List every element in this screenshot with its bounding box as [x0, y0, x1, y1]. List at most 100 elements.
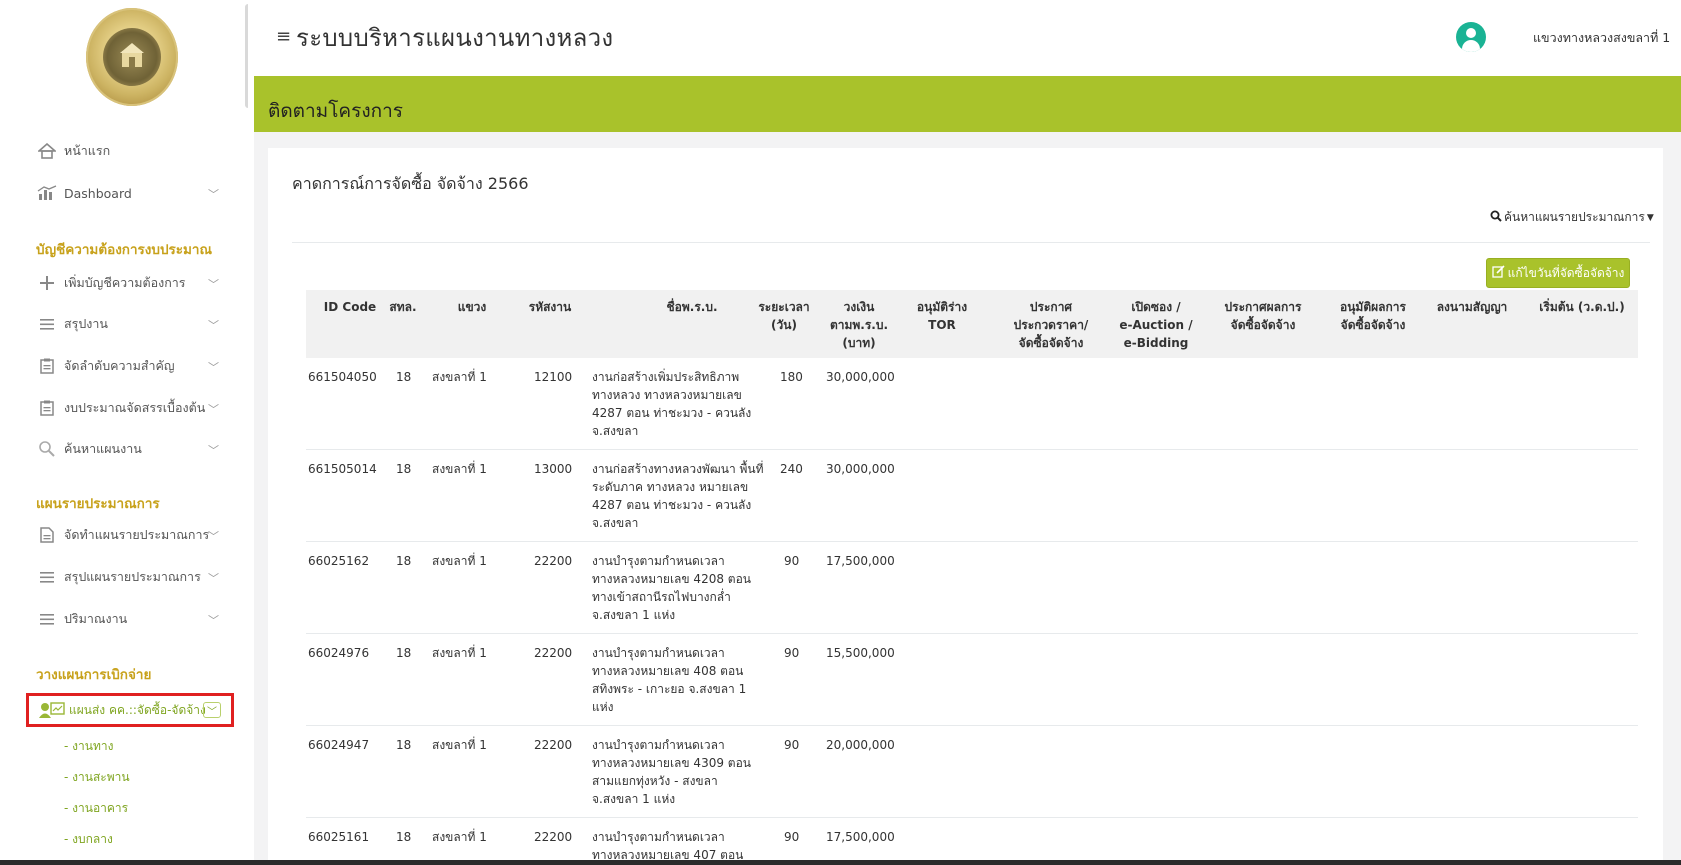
submenu-item-central-budget[interactable]: - งบกลาง	[64, 830, 113, 849]
table-row[interactable]: 66024976 18 สงขลาที่ 1 22200 งานบำรุงตาม…	[306, 634, 1638, 726]
cell-id: 661505014	[308, 462, 377, 476]
sidebar-item-home[interactable]: หน้าแรก	[36, 140, 110, 162]
list-icon	[36, 568, 58, 586]
table-row[interactable]: 661504050 18 สงขลาที่ 1 12100 งานก่อสร้า…	[306, 358, 1638, 450]
header-line: ประกาศ	[1029, 300, 1073, 314]
edit-procurement-date-button[interactable]: แก้ไขวันที่จัดซื้อจัดจ้าง	[1486, 258, 1630, 288]
table-row[interactable]: 66025161 18 สงขลาที่ 1 22200 งานบำรุงตาม…	[306, 818, 1638, 865]
submenu-item-building[interactable]: - งานอาคาร	[64, 799, 128, 818]
cell-code: 22200	[534, 738, 573, 752]
column-header-id[interactable]: ID Code	[320, 298, 380, 316]
cell-amount: 30,000,000	[826, 370, 895, 384]
cell-amount: 17,500,000	[826, 554, 895, 568]
column-header-name[interactable]: ชื่อพ.ร.บ.	[606, 298, 778, 316]
edit-icon	[1491, 264, 1505, 282]
cell-khwaeng: สงขลาที่ 1	[432, 370, 487, 384]
column-header-duration[interactable]: ระยะเวลา (วัน)	[756, 298, 812, 334]
submenu-item-bridge[interactable]: - งานสะพาน	[64, 768, 130, 787]
header-line: จัดซื้อจัดจ้าง	[1230, 318, 1296, 332]
header-line: วงเงิน	[843, 300, 875, 314]
cell-khwaeng: สงขลาที่ 1	[432, 554, 487, 568]
list-icon	[36, 610, 58, 628]
column-header-result[interactable]: ประกาศผลการ จัดซื้อจัดจ้าง	[1218, 298, 1308, 334]
cell-code: 12100	[534, 370, 573, 384]
cell-sthl: 18	[396, 554, 412, 568]
sidebar-section-title: แผนรายประมาณการ	[36, 496, 160, 512]
sidebar-item-label: แผนส่ง คค.::จัดซื้อ-จัดจ้าง	[69, 702, 206, 717]
page-title: ติดตามโครงการ	[268, 100, 403, 122]
sidebar-item-summary[interactable]: สรุปงาน ﹀	[36, 313, 219, 335]
column-header-amount[interactable]: วงเงิน ตามพ.ร.บ. (บาท)	[824, 298, 894, 352]
sidebar-item-add-need[interactable]: เพิ่มบัญชีความต้องการ ﹀	[36, 272, 219, 294]
header-line: e-Auction /	[1119, 318, 1193, 332]
user-avatar-icon[interactable]	[1456, 22, 1486, 52]
cell-sthl: 18	[396, 462, 412, 476]
search-link-label: ค้นหาแผนรายประมาณการ	[1504, 210, 1645, 224]
chevron-down-icon: ▼	[1646, 212, 1654, 223]
header-line: จัดซื้อจัดจ้าง	[1018, 336, 1084, 350]
sidebar-item-priority[interactable]: จัดลำดับความสำคัญ ﹀	[36, 355, 219, 377]
chevron-down-icon: ﹀	[208, 572, 219, 585]
column-header-approve[interactable]: อนุมัติผลการ จัดซื้อจัดจ้าง	[1328, 298, 1418, 334]
chevron-down-icon: ﹀	[208, 188, 219, 201]
cell-duration: 90	[784, 830, 800, 844]
app-window: หน้าแรก Dashboard ﹀ บัญชีความต้องการงบปร…	[0, 0, 1681, 865]
sidebar-item-sum-plan[interactable]: สรุปแผนรายประมาณการ ﹀	[36, 566, 219, 588]
table-row[interactable]: 66024947 18 สงขลาที่ 1 22200 งานบำรุงตาม…	[306, 726, 1638, 818]
column-header-announce[interactable]: ประกาศ ประกวดราคา/ จัดซื้อจัดจ้าง	[1006, 298, 1096, 352]
sidebar-scrollbar[interactable]	[245, 4, 248, 108]
sidebar-item-label: หน้าแรก	[64, 143, 111, 158]
sidebar-item-budget[interactable]: งบประมาณจัดสรรเบื้องต้น ﹀	[36, 397, 219, 419]
column-header-start[interactable]: เริ่มต้น (ว.ด.ป.)	[1532, 298, 1632, 316]
chevron-down-icon: ﹀	[208, 614, 219, 627]
sidebar-item-search-plan[interactable]: ค้นหาแผนงาน ﹀	[36, 438, 219, 460]
column-header-code[interactable]: รหัสงาน	[520, 298, 580, 316]
cell-name: งานบำรุงตามกำหนดเวลา ทางหลวงหมายเลข 408 …	[592, 646, 747, 714]
submenu-item-road[interactable]: - งานทาง	[64, 737, 113, 756]
sidebar-item-label: เพิ่มบัญชีความต้องการ	[64, 275, 186, 290]
cell-name: งานก่อสร้างเพิ่มประสิทธิภาพ ทางหลวง ทางห…	[592, 370, 752, 438]
cell-amount: 30,000,000	[826, 462, 895, 476]
cell-name: งานบำรุงตามกำหนดเวลา ทางหลวงหมายเลข 4309…	[592, 738, 751, 806]
cell-id: 66024947	[308, 738, 370, 752]
divider	[292, 242, 1650, 243]
sidebar-section-title: วางแผนการเบิกจ่าย	[36, 667, 152, 683]
document-icon	[36, 526, 58, 544]
search-plan-toggle[interactable]: ค้นหาแผนรายประมาณการ ▼	[1490, 208, 1654, 227]
cell-khwaeng: สงขลาที่ 1	[432, 738, 487, 752]
cell-duration: 180	[780, 370, 803, 384]
table-row[interactable]: 66025162 18 สงขลาที่ 1 22200 งานบำรุงตาม…	[306, 542, 1638, 634]
chevron-down-icon[interactable]: ﹀	[203, 702, 221, 718]
sidebar-submenu-bg	[0, 730, 248, 865]
card-title: คาดการณ์การจัดซื้อ จัดจ้าง 2566	[292, 174, 529, 193]
cell-code: 22200	[534, 554, 573, 568]
column-header-sign[interactable]: ลงนามสัญญา	[1432, 298, 1512, 316]
table-row[interactable]: 661505014 18 สงขลาที่ 1 13000 งานก่อสร้า…	[306, 450, 1638, 542]
header-line: อนุมัติผลการ	[1340, 300, 1406, 314]
department-logo[interactable]	[86, 8, 178, 106]
cell-duration: 240	[780, 462, 803, 476]
sidebar-item-dashboard[interactable]: Dashboard ﹀	[36, 182, 219, 204]
header-line: ประกาศผลการ	[1224, 300, 1302, 314]
sidebar-item-quantity[interactable]: ปริมาณงาน ﹀	[36, 608, 219, 630]
cell-name: งานบำรุงตามกำหนดเวลา ทางหลวงหมายเลข 4208…	[592, 554, 751, 622]
column-header-khwaeng[interactable]: แขวง	[442, 298, 502, 316]
cell-code: 22200	[534, 830, 573, 844]
column-header-open[interactable]: เปิดซอง / e-Auction / e-Bidding	[1116, 298, 1196, 352]
cell-duration: 90	[784, 554, 800, 568]
header-line: (วัน)	[771, 318, 797, 332]
plus-icon	[36, 274, 58, 292]
cell-khwaeng: สงขลาที่ 1	[432, 830, 487, 844]
user-name[interactable]: แขวงทางหลวงสงขลาที่ 1	[1533, 28, 1670, 48]
column-header-sthl[interactable]: สทล.	[386, 298, 420, 316]
hamburger-menu-icon[interactable]: ≡	[276, 26, 291, 47]
sidebar-item-make-plan[interactable]: จัดทำแผนรายประมาณการ ﹀	[36, 524, 219, 546]
sidebar-item-procurement-plan[interactable]: แผนส่ง คค.::จัดซื้อ-จัดจ้าง ﹀	[26, 693, 234, 727]
header-line: (บาท)	[842, 336, 876, 350]
chevron-down-icon: ﹀	[208, 361, 219, 374]
header-line: จัดซื้อจัดจ้าง	[1340, 318, 1406, 332]
chevron-down-icon: ﹀	[208, 403, 219, 416]
chevron-down-icon: ﹀	[208, 530, 219, 543]
cell-duration: 90	[784, 646, 800, 660]
column-header-tor[interactable]: อนุมัติร่าง TOR	[902, 298, 982, 334]
